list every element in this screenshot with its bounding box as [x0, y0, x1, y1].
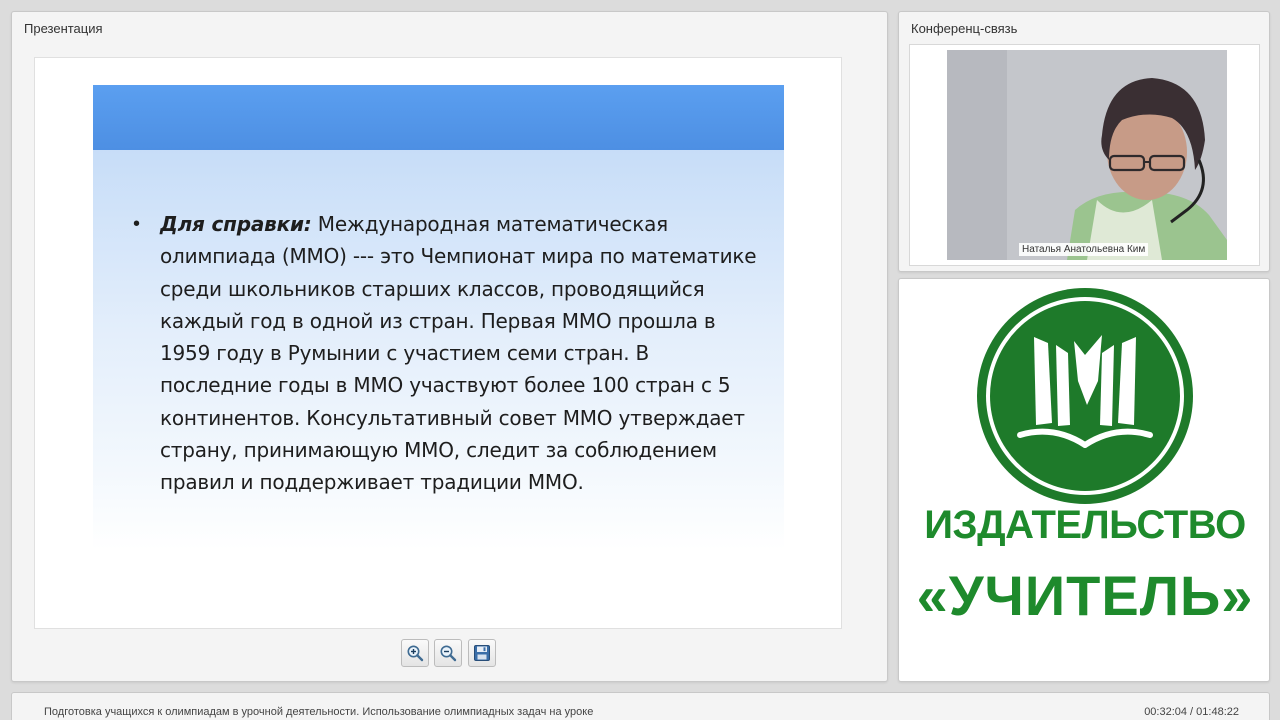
zoom-in-icon	[407, 645, 424, 662]
publisher-name-line2: «УЧИТЕЛЬ»	[916, 564, 1254, 627]
speaker-silhouette	[947, 50, 1227, 260]
slide-header-bar	[93, 85, 784, 150]
zoom-out-icon	[440, 645, 457, 662]
presentation-panel-title: Презентация	[24, 21, 103, 36]
slide-frame: • Для справки: Международная математичес…	[34, 57, 842, 629]
conference-panel-title: Конференц-связь	[911, 21, 1018, 36]
slide-bullet: •	[133, 213, 141, 235]
floppy-disk-icon	[474, 645, 490, 661]
publisher-logo-emblem	[977, 288, 1193, 504]
publisher-logo-panel: ИЗДАТЕЛЬСТВО «УЧИТЕЛЬ»	[898, 278, 1270, 682]
status-bar: Подготовка учащихся к олимпиадам в урочн…	[11, 692, 1270, 720]
zoom-out-button[interactable]	[434, 639, 462, 667]
presentation-panel: Презентация • Для справки: Международная…	[11, 11, 888, 682]
publisher-name-line1: ИЗДАТЕЛЬСТВО	[924, 503, 1246, 547]
conference-panel: Конференц-связь Наталья Анатольевна Ким	[898, 11, 1270, 272]
speaker-video[interactable]: Наталья Анатольевна Ким	[947, 50, 1227, 260]
slide-text-body: Международная математическая олимпиада (…	[160, 212, 757, 495]
speaker-name-label: Наталья Анатольевна Ким	[1019, 243, 1149, 256]
save-button[interactable]	[468, 639, 496, 667]
zoom-in-button[interactable]	[401, 639, 429, 667]
slide-text-lead: Для справки:	[160, 212, 312, 236]
webinar-title: Подготовка учащихся к олимпиадам в урочн…	[44, 706, 594, 718]
slide-text: Для справки: Международная математическа…	[160, 208, 760, 499]
video-frame: Наталья Анатольевна Ким	[909, 44, 1260, 266]
playback-time: 00:32:04 / 01:48:22	[1144, 706, 1239, 718]
